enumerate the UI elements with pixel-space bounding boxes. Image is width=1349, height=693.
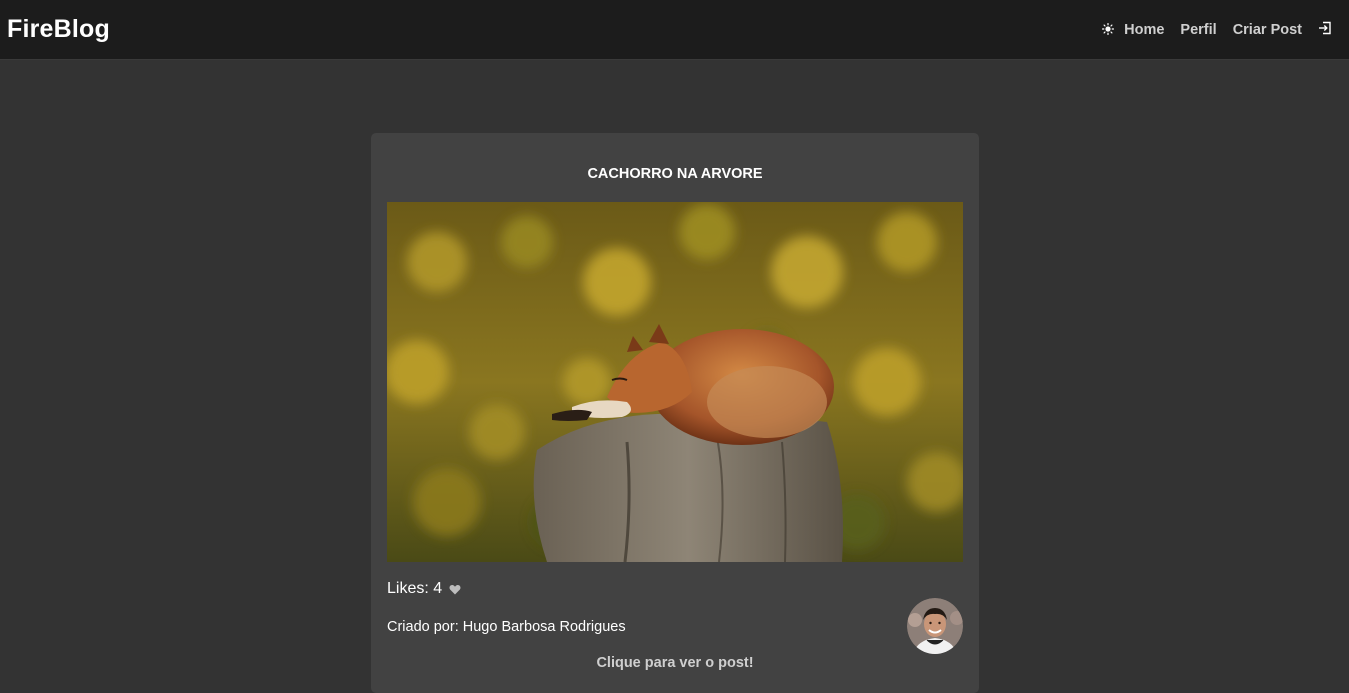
post-author: Criado por: Hugo Barbosa Rodrigues	[387, 619, 626, 635]
likes-count: Likes: 4	[387, 580, 461, 598]
nav-link-criar-post[interactable]: Criar Post	[1233, 22, 1302, 38]
brand-logo[interactable]: FireBlog	[7, 15, 110, 44]
sign-in-icon[interactable]	[1318, 21, 1332, 35]
author-avatar[interactable]	[907, 598, 963, 654]
post-image[interactable]	[387, 202, 963, 562]
nav-links: Home Perfil Criar Post	[1102, 0, 1332, 60]
heart-icon[interactable]	[449, 584, 461, 595]
post-title: CACHORRO NA ARVORE	[587, 166, 763, 182]
post-card[interactable]: CACHORRO NA ARVORE Likes: 4 Criado por: …	[371, 133, 979, 693]
likes-label: Likes: 4	[387, 580, 443, 597]
sun-icon[interactable]	[1102, 23, 1115, 35]
nav-link-perfil[interactable]: Perfil	[1180, 22, 1216, 38]
view-post-link[interactable]: Clique para ver o post!	[371, 655, 979, 671]
nav-link-home[interactable]: Home	[1124, 22, 1164, 38]
navbar: FireBlog Home Perfil Criar Post	[0, 0, 1349, 60]
